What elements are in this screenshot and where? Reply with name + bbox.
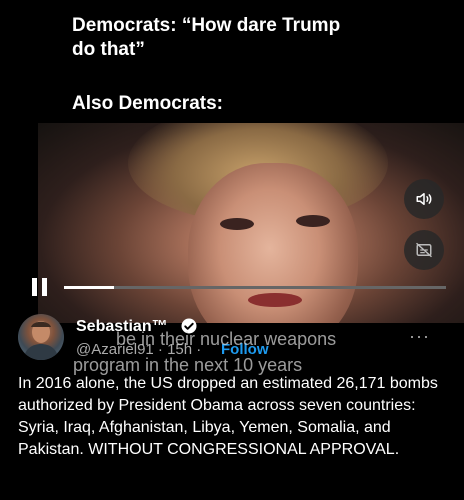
meme-caption-line-3: Also Democrats: (72, 93, 223, 114)
playback-progress-fill (64, 286, 114, 289)
avatar-photo (23, 321, 59, 360)
video-frame-eye-left (220, 218, 254, 230)
captions-toggle-button[interactable] (404, 230, 444, 270)
video-player[interactable] (38, 123, 464, 323)
more-options-button[interactable]: ··· (409, 326, 430, 347)
captions-off-icon (415, 242, 433, 258)
tweet-body: In 2016 alone, the US dropped an estimat… (18, 375, 438, 458)
meme-caption-line-2: do that” (72, 39, 145, 60)
speaker-icon (416, 193, 432, 205)
video-subtitle-line-1: be in their nuclear weapons (116, 329, 337, 349)
meme-caption-line-1: Democrats: “How dare Trump (72, 15, 341, 36)
pause-button[interactable] (32, 278, 50, 296)
video-frame-eye-right (296, 215, 330, 227)
audio-toggle-button[interactable] (404, 179, 444, 219)
video-frame-mouth (248, 293, 302, 307)
playback-progress-bar[interactable] (64, 286, 446, 289)
avatar[interactable] (18, 314, 64, 360)
